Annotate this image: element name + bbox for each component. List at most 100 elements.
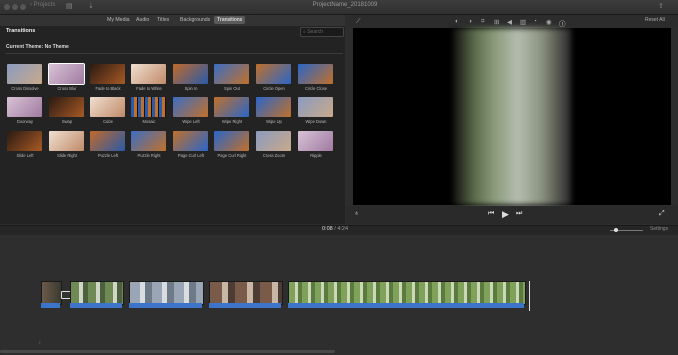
- transition-thumbnail[interactable]: [90, 131, 125, 151]
- tab-transitions[interactable]: Transitions: [214, 16, 246, 24]
- viewer-toolbar: ⟋ ◐ ◑ ⌗ ⊞ ◀ ▥ ◔ ◉ ⓘ: [346, 15, 678, 28]
- transition-thumbnail[interactable]: [298, 97, 333, 117]
- transition-label: Cross Zoom: [262, 153, 286, 158]
- library-list-icon[interactable]: ▤: [66, 2, 73, 10]
- browser-header: Transitions: [6, 28, 36, 34]
- import-icon[interactable]: ⇣: [88, 2, 94, 10]
- close-window-icon[interactable]: [4, 4, 10, 10]
- crop-icon[interactable]: ⌗: [481, 18, 485, 26]
- transition-label: Cross Blur: [57, 86, 77, 91]
- transition-thumbnail[interactable]: [214, 97, 249, 117]
- transition-thumbnail[interactable]: [214, 64, 249, 84]
- current-time: 0:08: [322, 226, 333, 232]
- transition-thumbnail[interactable]: [48, 63, 85, 85]
- stabilization-icon[interactable]: ⊞: [494, 18, 499, 26]
- transition-thumbnail[interactable]: [298, 64, 333, 84]
- volume-icon[interactable]: ◀: [507, 18, 512, 26]
- transition-thumbnail[interactable]: [214, 131, 249, 151]
- audio-track: [129, 303, 202, 308]
- settings-button[interactable]: Settings: [650, 226, 668, 232]
- preview-frame: [453, 28, 571, 205]
- timeline-clip[interactable]: [41, 281, 62, 305]
- share-icon[interactable]: ⇪: [658, 2, 664, 10]
- timecode: 0:08 / 4:24: [322, 226, 348, 232]
- transition-thumbnail[interactable]: [49, 97, 84, 117]
- color-correction-icon[interactable]: ◑: [468, 18, 472, 25]
- timeline-clip[interactable]: [70, 281, 124, 305]
- video-viewer: [353, 28, 671, 205]
- transition-label: Cross Dissolve: [11, 86, 39, 91]
- minimize-window-icon[interactable]: [12, 4, 18, 10]
- tab-backgrounds[interactable]: Backgrounds: [177, 16, 213, 24]
- skip-forward-icon[interactable]: ⏭: [516, 210, 522, 218]
- transition-thumbnail[interactable]: [173, 131, 208, 151]
- transition-thumbnail[interactable]: [7, 64, 42, 84]
- transition-label: Wipe Left: [182, 119, 200, 124]
- divider: [5, 53, 343, 54]
- transition-thumbnail[interactable]: [90, 64, 125, 84]
- transition-thumbnail[interactable]: [7, 131, 42, 151]
- audio-track: [288, 303, 524, 308]
- transition-thumbnail[interactable]: [256, 131, 291, 151]
- transition-thumbnail[interactable]: [131, 97, 166, 117]
- projects-label: Projects: [33, 2, 56, 8]
- projects-back-button[interactable]: ‹ Projects: [30, 2, 55, 8]
- transition-label: Wipe Right: [221, 119, 243, 124]
- transition-thumbnail[interactable]: [256, 64, 291, 84]
- timeline-scrollbar[interactable]: [0, 350, 335, 353]
- zoom-window-icon[interactable]: [20, 4, 26, 10]
- current-theme-label: Current Theme: No Theme: [6, 44, 69, 50]
- transition-label: Cube: [103, 119, 113, 124]
- playhead[interactable]: [529, 281, 530, 311]
- info-icon[interactable]: ⓘ: [559, 18, 566, 28]
- transition-thumbnail[interactable]: [173, 64, 208, 84]
- transition-thumbnail[interactable]: [49, 131, 84, 151]
- magic-wand-icon[interactable]: ⟋: [356, 18, 361, 26]
- audio-track: [41, 303, 60, 308]
- transition-label: Circle Open: [263, 86, 285, 91]
- transition-thumbnail[interactable]: [7, 97, 42, 117]
- transition-label: Slide Right: [57, 153, 77, 158]
- transition-label: Puzzle Right: [137, 153, 161, 158]
- tab-my-media[interactable]: My Media: [104, 16, 133, 24]
- reset-all-button[interactable]: Reset All: [645, 17, 665, 23]
- transition-label: Circle Close: [304, 86, 328, 91]
- transition-thumbnail[interactable]: [298, 131, 333, 151]
- timeline-clip[interactable]: [129, 281, 204, 305]
- search-input[interactable]: ⌕ Search: [300, 27, 344, 37]
- transition-thumbnail[interactable]: [131, 131, 166, 151]
- play-icon[interactable]: ▶: [502, 209, 509, 220]
- fullscreen-icon[interactable]: ⤢: [659, 210, 665, 218]
- audio-track: [70, 303, 122, 308]
- transition-label: Fade to White: [136, 86, 162, 91]
- time-separator: /: [334, 226, 336, 232]
- search-icon: ⌕: [303, 29, 306, 35]
- viewer-controls: ♁ ⏮ ▶ ⏭ ⤢: [346, 206, 678, 224]
- transition-thumbnail[interactable]: [256, 97, 291, 117]
- color-balance-icon[interactable]: ◐: [455, 18, 459, 25]
- transition-thumbnail[interactable]: [90, 97, 125, 117]
- media-tab-bar: My Media Audio Titles Backgrounds Transi…: [0, 15, 345, 26]
- transition-label: Ripple: [310, 153, 322, 158]
- transition-label: Wipe Down: [305, 119, 327, 124]
- tab-titles[interactable]: Titles: [154, 16, 172, 24]
- transition-label: Wipe Up: [266, 119, 282, 124]
- tab-audio[interactable]: Audio: [133, 16, 152, 24]
- zoom-slider-knob[interactable]: [614, 228, 618, 232]
- transition-label: Slide Left: [16, 153, 34, 158]
- timeline-clip[interactable]: [288, 281, 526, 305]
- title-bar: ‹ Projects ▤ ⇣ ProjectName_20181009 ⇪: [0, 0, 678, 15]
- noise-reduction-icon[interactable]: ▥: [520, 18, 526, 26]
- transition-label: Page Curl Left: [177, 153, 205, 158]
- microphone-icon[interactable]: ♁: [354, 210, 359, 217]
- skip-back-icon[interactable]: ⏮: [488, 210, 494, 218]
- transition-label: Spin In: [184, 86, 198, 91]
- transition-thumbnail[interactable]: [173, 97, 208, 117]
- transition-label: Mosaic: [142, 119, 156, 124]
- timeline-clip[interactable]: [209, 281, 283, 305]
- speed-icon[interactable]: ◔: [533, 18, 537, 25]
- transition-thumbnail[interactable]: [131, 64, 166, 84]
- transition-label: Doorway: [16, 119, 34, 124]
- clip-filter-icon[interactable]: ◉: [546, 18, 552, 26]
- total-time: 4:24: [337, 226, 349, 232]
